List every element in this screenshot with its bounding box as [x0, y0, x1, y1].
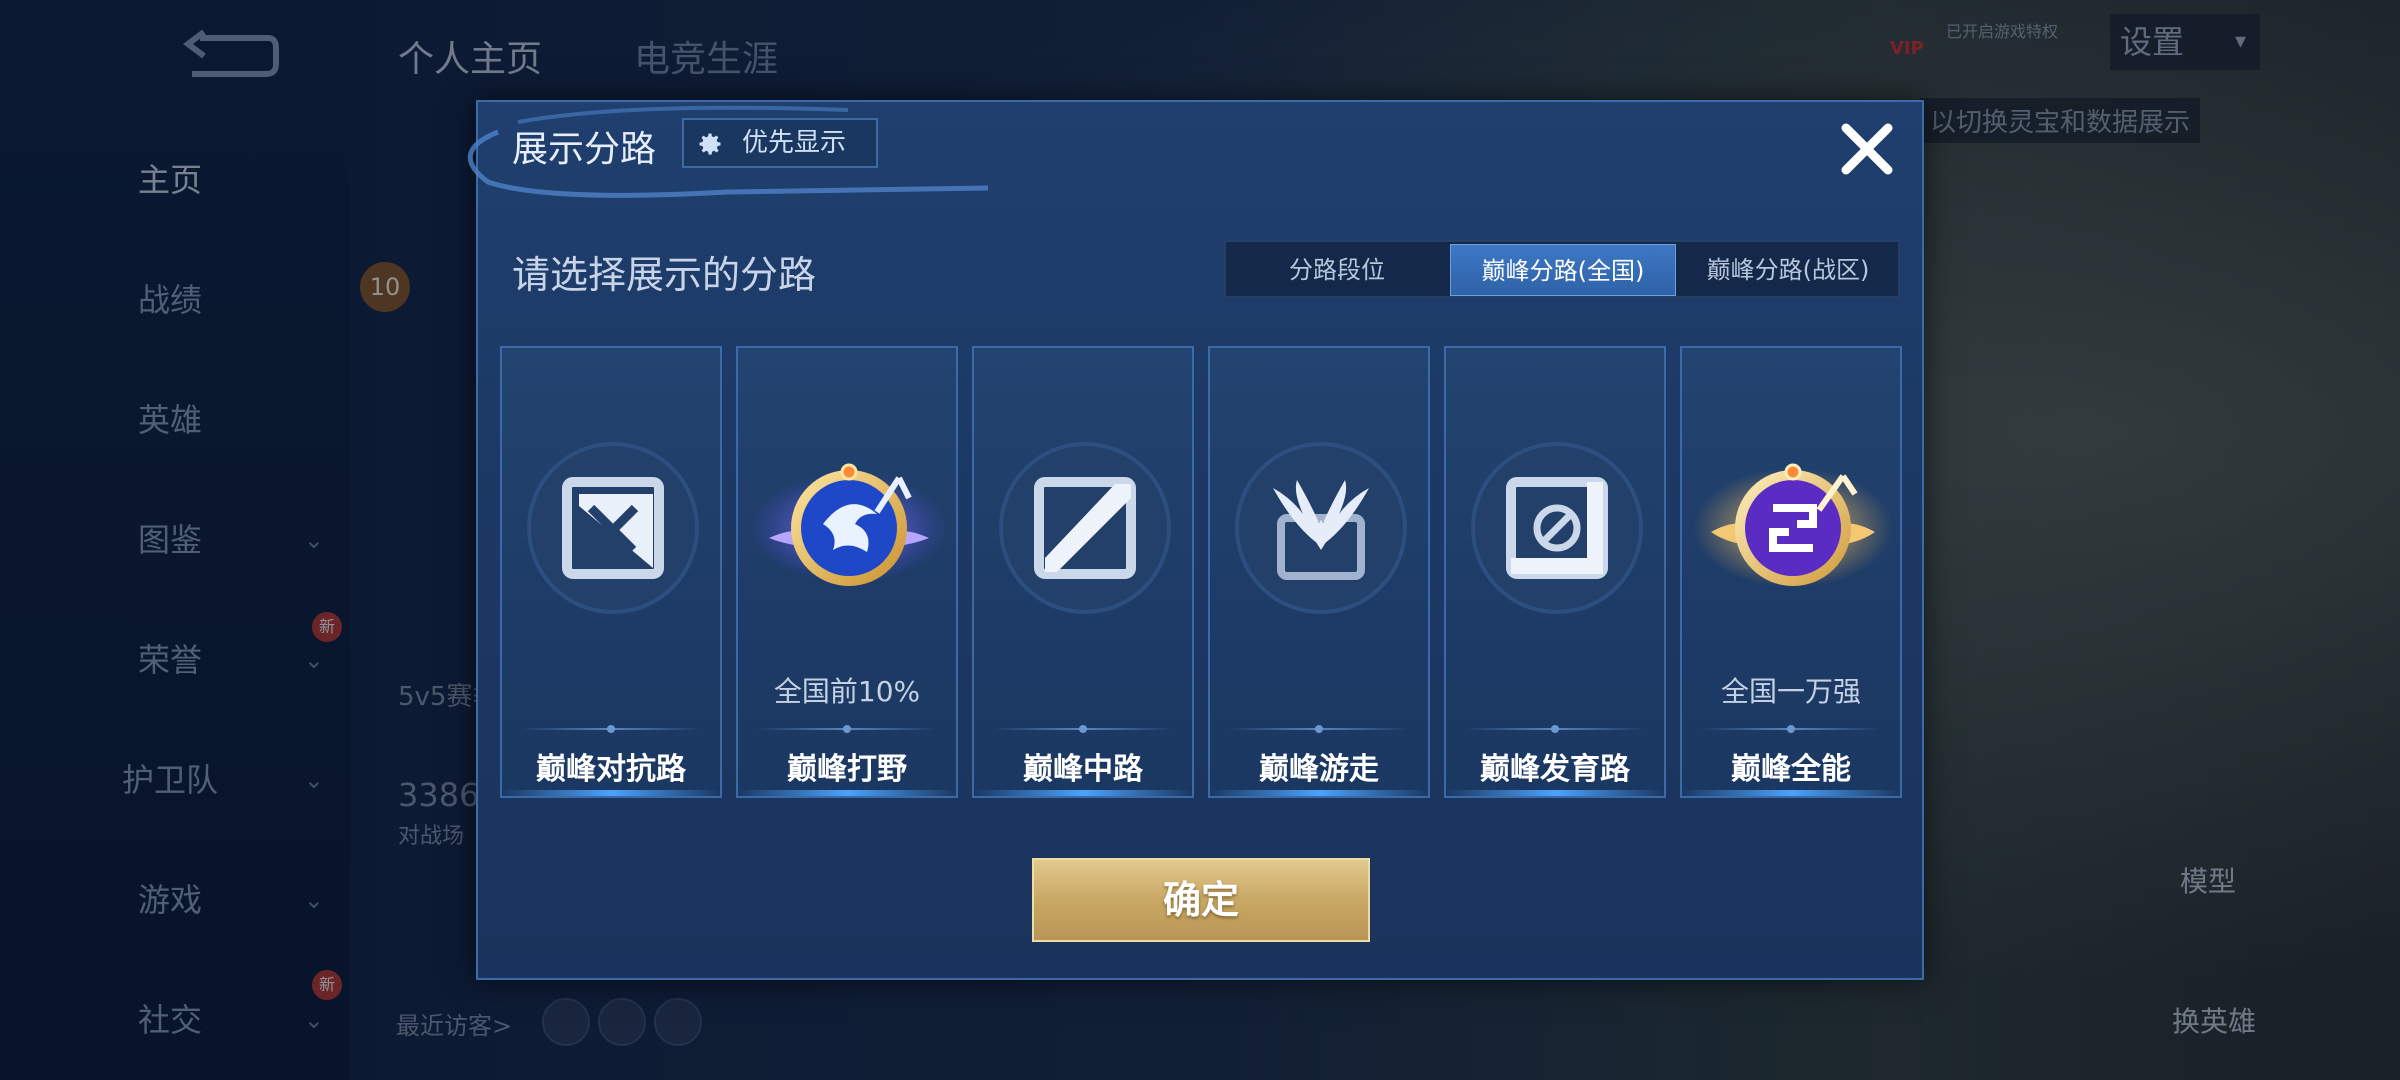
close-icon[interactable] [1832, 114, 1902, 184]
segment-peak-national[interactable]: 巅峰分路(全国) [1450, 244, 1676, 296]
lane-card-top[interactable]: 巅峰对抗路 [500, 346, 722, 798]
card-divider [1702, 725, 1880, 733]
priority-display-button[interactable]: 优先显示 [682, 118, 878, 168]
farm-lane-icon [1471, 442, 1643, 614]
lane-name: 巅峰发育路 [1480, 752, 1630, 787]
card-divider [1466, 725, 1644, 733]
lane-name: 巅峰对抗路 [536, 752, 686, 787]
ranking-scope-segmented-control: 分路段位 巅峰分路(全国) 巅峰分路(战区) [1224, 240, 1900, 298]
priority-display-label: 优先显示 [742, 128, 847, 158]
lane-card-all-round[interactable]: 全国一万强 巅峰全能 [1680, 346, 1902, 798]
lane-display-dialog: 展示分路 优先显示 请选择展示的分路 分路段位 巅峰分路(全国) 巅峰分路(战区… [467, 100, 1924, 980]
lane-rank-text: 全国前10% [773, 675, 921, 708]
all-round-emblem-icon [1693, 463, 1893, 588]
card-divider [522, 725, 700, 733]
lane-name: 巅峰游走 [1259, 752, 1379, 787]
gear-icon [699, 133, 721, 155]
top-lane-icon [527, 442, 699, 614]
lane-card-roam[interactable]: 巅峰游走 [1208, 346, 1430, 798]
lane-rank-text: 全国一万强 [1720, 675, 1861, 708]
lane-name: 巅峰打野 [787, 752, 907, 787]
lane-card-mid[interactable]: 巅峰中路 [972, 346, 1194, 798]
mid-lane-icon [999, 442, 1171, 614]
card-divider [758, 725, 936, 733]
segment-peak-region[interactable]: 巅峰分路(战区) [1678, 244, 1898, 296]
confirm-button[interactable]: 确定 [1032, 858, 1370, 942]
card-divider [994, 725, 1172, 733]
card-divider [1230, 725, 1408, 733]
dialog-subtitle: 请选择展示的分路 [512, 253, 817, 297]
lane-card-jungle[interactable]: 全国前10% 巅峰打野 [736, 346, 958, 798]
lane-name: 巅峰中路 [1023, 752, 1143, 787]
jungle-emblem-icon [749, 463, 949, 586]
segment-lane-rank[interactable]: 分路段位 [1226, 244, 1448, 296]
lane-card-farm[interactable]: 巅峰发育路 [1444, 346, 1666, 798]
roam-icon [1235, 442, 1407, 614]
lane-name: 巅峰全能 [1731, 752, 1851, 787]
dialog-title: 展示分路 [512, 129, 657, 170]
